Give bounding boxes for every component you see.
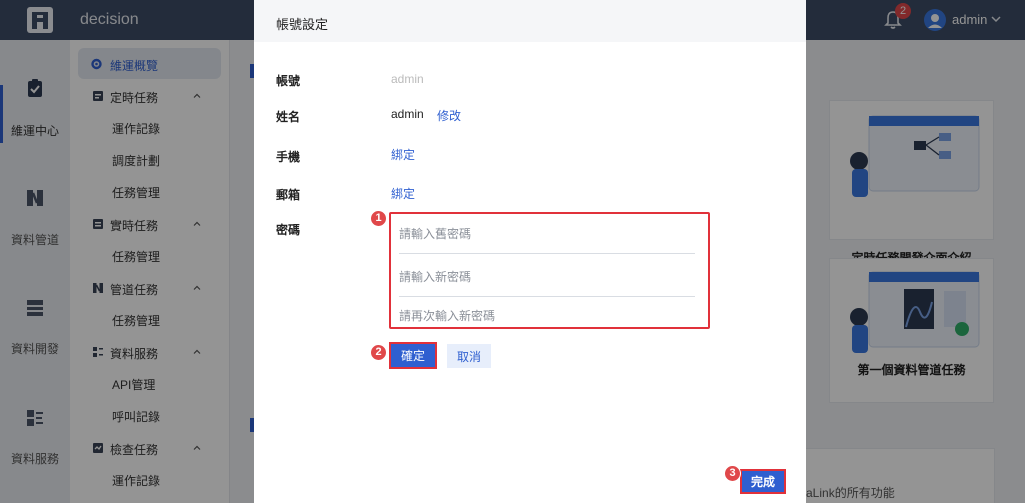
account-label: 帳號 <box>276 74 301 88</box>
password-label: 密碼 <box>276 223 301 237</box>
bind-phone-link[interactable]: 綁定 <box>391 146 415 163</box>
step-marker-3: 3 <box>724 465 741 482</box>
dialog-header: 帳號設定 <box>254 0 806 42</box>
step-marker-2: 2 <box>370 344 387 361</box>
done-button[interactable]: 完成 <box>740 469 786 494</box>
dialog-title: 帳號設定 <box>276 17 329 32</box>
account-settings-dialog: 帳號設定 帳號 admin 姓名 admin 修改 手機 綁定 郵箱 綁定 密碼… <box>254 0 806 503</box>
phone-label: 手機 <box>276 150 301 164</box>
name-label: 姓名 <box>276 110 301 124</box>
password-fields-highlight <box>389 212 710 336</box>
step-marker-1: 1 <box>370 210 387 227</box>
name-value: admin <box>391 107 424 121</box>
new-password-input[interactable] <box>399 257 695 297</box>
cancel-button[interactable]: 取消 <box>447 344 491 368</box>
old-password-input[interactable] <box>399 214 695 254</box>
email-label: 郵箱 <box>276 188 301 202</box>
confirm-password-input[interactable] <box>399 296 695 336</box>
confirm-button[interactable]: 確定 <box>389 342 437 369</box>
edit-name-link[interactable]: 修改 <box>437 107 461 124</box>
account-value: admin <box>391 72 424 86</box>
bind-email-link[interactable]: 綁定 <box>391 185 415 202</box>
